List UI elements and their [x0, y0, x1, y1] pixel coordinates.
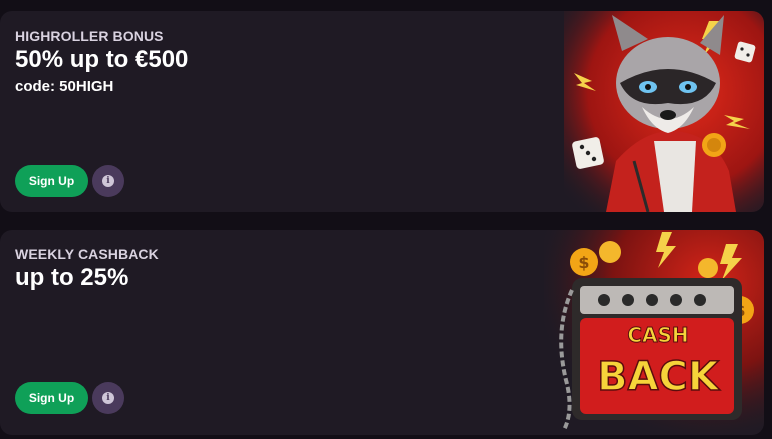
promo-headline: 50% up to €500: [15, 46, 189, 73]
cashback-box-icon: $ $ CASH BACK: [544, 230, 764, 435]
info-icon: i: [102, 175, 114, 187]
info-button[interactable]: i: [92, 382, 124, 414]
svg-text:BACK: BACK: [597, 354, 721, 400]
info-button[interactable]: i: [92, 165, 124, 197]
promo-title: WEEKLY CASHBACK: [15, 246, 159, 262]
promo-card-highroller: HIGHROLLER BONUS 50% up to €500 code: 50…: [0, 11, 764, 212]
sign-up-button[interactable]: Sign Up: [15, 165, 88, 197]
svg-text:$: $: [578, 253, 589, 272]
promo-headline: up to 25%: [15, 264, 129, 291]
promo-title: HIGHROLLER BONUS: [15, 28, 164, 44]
svg-text:CASH: CASH: [627, 323, 688, 347]
raccoon-mascot-icon: [564, 11, 764, 212]
sign-up-button[interactable]: Sign Up: [15, 382, 88, 414]
promo-code: code: 50HIGH: [15, 78, 114, 95]
promo-card-cashback: WEEKLY CASHBACK up to 25% Sign Up i $ $: [0, 230, 764, 435]
info-icon: i: [102, 392, 114, 404]
